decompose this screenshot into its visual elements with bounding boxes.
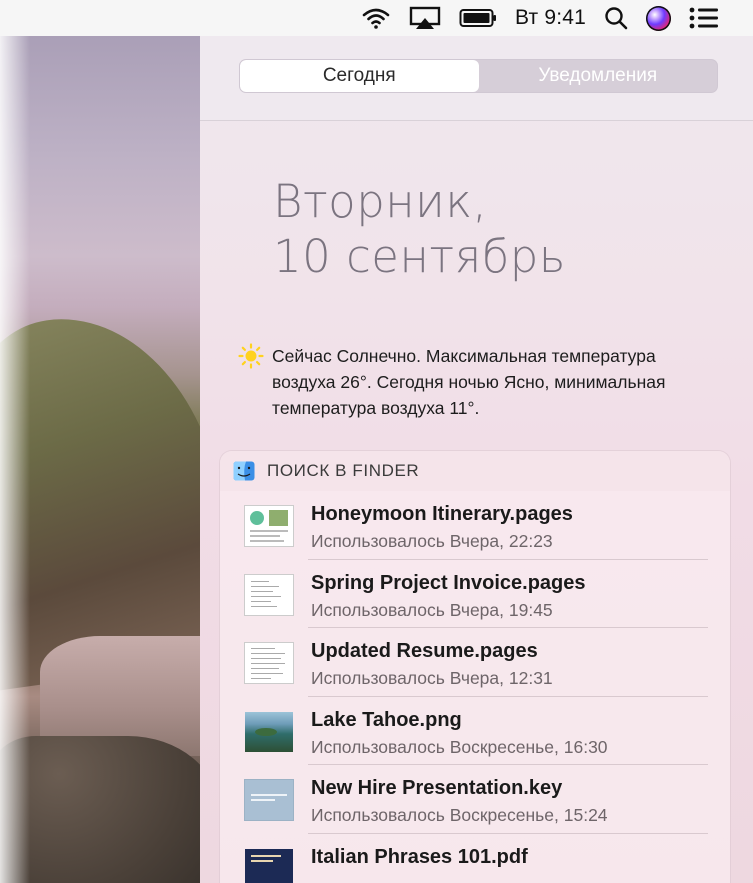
file-name: Italian Phrases 101.pdf xyxy=(311,845,528,868)
today-date: Вторник, 10 сентябрь xyxy=(273,174,566,284)
file-row-honeymoon-itinerary[interactable]: Honeymoon Itinerary.pages Использовалось… xyxy=(220,491,730,560)
keynote-thumbnail xyxy=(245,780,293,820)
menu-bar-clock[interactable]: Вт 9:41 xyxy=(515,0,586,36)
desktop-wallpaper xyxy=(0,36,210,883)
file-name: Updated Resume.pages xyxy=(311,640,538,662)
today-notifications-segmented-control: Сегодня Уведомления xyxy=(240,60,717,92)
sun-icon xyxy=(238,343,264,369)
image-thumbnail xyxy=(245,711,293,752)
file-row-italian-phrases[interactable]: Italian Phrases 101.pdf xyxy=(220,834,730,883)
file-last-used: Использовалось Вчера, 12:31 xyxy=(311,668,553,688)
finder-search-widget: ПОИСК В FINDER Honeymoon Itinerary.pages… xyxy=(220,451,730,883)
date-day-month: 10 сентябрь xyxy=(273,230,566,283)
file-row-lake-tahoe[interactable]: Lake Tahoe.png Использовалось Воскресень… xyxy=(220,697,730,766)
file-last-used: Использовалось Воскресенье, 16:30 xyxy=(311,736,608,757)
file-last-used: Использовалось Вчера, 22:23 xyxy=(311,531,553,551)
pdf-thumbnail xyxy=(245,848,293,883)
pages-document-thumbnail xyxy=(245,506,293,546)
tab-notifications[interactable]: Уведомления xyxy=(479,60,718,92)
battery-icon[interactable] xyxy=(459,0,497,36)
wallpaper-edge-fade xyxy=(0,36,30,883)
pages-document-thumbnail xyxy=(245,574,293,615)
wallpaper-rocks xyxy=(0,736,210,883)
file-row-new-hire-presentation[interactable]: New Hire Presentation.key Использовалось… xyxy=(220,765,730,834)
panel-header: Сегодня Уведомления xyxy=(200,36,753,121)
weather-summary: Сейчас Солнечно. Максимальная температур… xyxy=(238,343,718,421)
file-name: New Hire Presentation.key xyxy=(311,777,563,799)
file-name: Honeymoon Itinerary.pages xyxy=(311,503,573,525)
widget-title: ПОИСК В FINDER xyxy=(267,461,420,480)
siri-icon[interactable] xyxy=(646,0,671,36)
tab-today[interactable]: Сегодня xyxy=(240,60,479,92)
file-last-used: Использовалось Воскресенье, 15:24 xyxy=(311,805,608,825)
recent-files-list: Honeymoon Itinerary.pages Использовалось… xyxy=(220,491,730,883)
weather-text: Сейчас Солнечно. Максимальная температур… xyxy=(272,346,666,418)
notification-center-panel: Сегодня Уведомления Вторник, 10 сентябрь… xyxy=(200,36,753,883)
file-name: Lake Tahoe.png xyxy=(311,708,462,731)
file-row-spring-project-invoice[interactable]: Spring Project Invoice.pages Использовал… xyxy=(220,560,730,629)
notification-center-icon[interactable] xyxy=(689,0,719,36)
wifi-icon[interactable] xyxy=(361,0,391,36)
wallpaper-hill xyxy=(0,299,210,693)
widget-header: ПОИСК В FINDER xyxy=(220,451,730,491)
airplay-icon[interactable] xyxy=(409,0,441,36)
finder-icon xyxy=(233,461,255,481)
file-last-used: Использовалось Вчера, 19:45 xyxy=(311,599,553,620)
file-row-updated-resume[interactable]: Updated Resume.pages Использовалось Вчер… xyxy=(220,628,730,697)
date-weekday: Вторник, xyxy=(273,175,488,228)
spotlight-search-icon[interactable] xyxy=(604,0,628,36)
file-name: Spring Project Invoice.pages xyxy=(311,571,586,594)
pages-document-thumbnail xyxy=(245,643,293,683)
menu-bar: Вт 9:41 xyxy=(0,0,753,36)
